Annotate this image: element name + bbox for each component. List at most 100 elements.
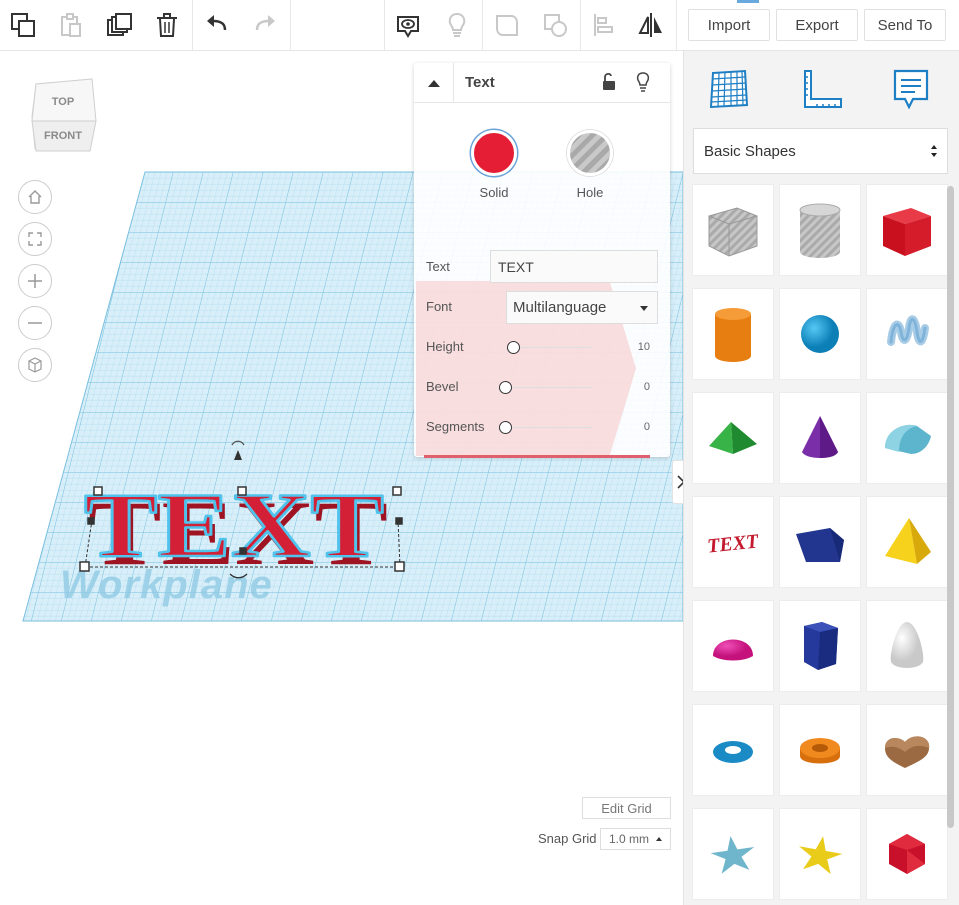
home-view-button[interactable] (18, 180, 52, 214)
height-slider-knob[interactable] (507, 341, 520, 354)
shape-torus[interactable] (692, 704, 774, 796)
toolbar-separator (384, 0, 385, 50)
shape-box-hole[interactable] (692, 184, 774, 276)
panel-scrollbar[interactable] (947, 186, 954, 828)
group-icon[interactable] (488, 6, 526, 44)
resize-handle[interactable] (392, 486, 402, 496)
shape-cylinder[interactable] (692, 288, 774, 380)
hole-swatch[interactable] (567, 130, 613, 176)
paste-icon[interactable] (52, 6, 90, 44)
ungroup-icon[interactable] (536, 6, 574, 44)
unlock-icon[interactable] (601, 72, 617, 92)
redo-icon[interactable] (246, 6, 284, 44)
undo-icon[interactable] (198, 6, 236, 44)
shape-star-yellow[interactable] (779, 808, 861, 900)
segments-slider-knob[interactable] (499, 421, 512, 434)
segments-value: 0 (643, 421, 650, 433)
perspective-icon (28, 357, 42, 373)
shape-heart[interactable] (866, 704, 948, 796)
perspective-button[interactable] (18, 348, 52, 382)
resize-handle[interactable] (79, 561, 90, 572)
height-arrow-handle[interactable] (231, 440, 245, 460)
tab-notes[interactable] (886, 64, 936, 114)
shape-icosahedron[interactable] (866, 808, 948, 900)
resize-handle[interactable] (395, 517, 403, 525)
zoom-out-icon (28, 322, 42, 324)
shape-sphere[interactable] (779, 288, 861, 380)
shape-cone[interactable] (779, 392, 861, 484)
chevron-up-icon (427, 80, 440, 87)
light-bulb-icon[interactable] (635, 71, 651, 93)
shape-scribble[interactable] (866, 288, 948, 380)
ruler-icon (804, 70, 842, 108)
library-select[interactable]: Basic Shapes (693, 128, 948, 174)
zoom-in-button[interactable] (18, 264, 52, 298)
text-input[interactable]: TEXT (490, 250, 658, 283)
zoom-out-button[interactable] (18, 306, 52, 340)
view-cube[interactable]: TOP FRONT (30, 76, 100, 154)
shape-wedge[interactable] (779, 496, 861, 588)
height-label: Height (426, 339, 464, 354)
export-button[interactable]: Export (776, 9, 858, 41)
copy-icon[interactable] (4, 6, 42, 44)
import-button[interactable]: Import (688, 9, 770, 41)
shape-pyramid[interactable] (866, 496, 948, 588)
mirror-icon[interactable] (632, 6, 670, 44)
workplane-grid-icon (709, 69, 749, 109)
shape-tube[interactable] (779, 704, 861, 796)
toolbar-separator (290, 0, 291, 50)
resize-handle[interactable] (239, 547, 247, 555)
resize-handle[interactable] (394, 561, 405, 572)
send-to-button[interactable]: Send To (864, 9, 946, 41)
resize-handle[interactable] (237, 486, 247, 496)
font-select[interactable]: Multilanguage (506, 291, 658, 324)
text-shape-3d[interactable]: TEXT TEXT (70, 436, 490, 596)
zoom-in-icon (28, 274, 42, 288)
edit-grid-button[interactable]: Edit Grid (582, 797, 671, 819)
toolbar-separator (676, 0, 677, 50)
font-select-value: Multilanguage (513, 299, 607, 316)
toolbar-separator (580, 0, 581, 50)
shape-box[interactable] (866, 184, 948, 276)
shape-star[interactable] (692, 808, 774, 900)
duplicate-icon[interactable] (100, 6, 138, 44)
shape-half-sphere[interactable] (692, 600, 774, 692)
segments-label: Segments (426, 419, 485, 434)
resize-handle[interactable] (93, 486, 103, 496)
shape-paraboloid[interactable] (866, 600, 948, 692)
shape-cylinder-hole[interactable] (779, 184, 861, 276)
inspector-title: Text (465, 74, 495, 91)
shape-polygon[interactable] (779, 600, 861, 692)
shape-round-roof[interactable] (866, 392, 948, 484)
collapse-inspector-button[interactable] (414, 63, 454, 103)
snap-grid-select[interactable]: 1.0 mm (600, 828, 671, 850)
snap-grid-label: Snap Grid (538, 831, 597, 846)
delete-icon[interactable] (148, 6, 186, 44)
active-indicator (737, 0, 759, 3)
segments-slider-track[interactable] (502, 427, 592, 428)
resize-handle[interactable] (87, 517, 95, 525)
fit-view-icon (28, 232, 42, 246)
tab-ruler[interactable] (796, 64, 846, 114)
home-view-icon (28, 190, 42, 204)
text-shape-face: TEXT (84, 474, 384, 576)
solid-color-swatch[interactable] (471, 130, 517, 176)
text-shape-hint-bar (424, 455, 650, 458)
light-bulb-icon[interactable] (438, 6, 476, 44)
fit-view-button[interactable] (18, 222, 52, 256)
show-all-icon[interactable] (389, 6, 427, 44)
tab-workplane[interactable] (704, 64, 754, 114)
notes-icon (893, 69, 929, 110)
shape-text[interactable]: TEXT (692, 496, 774, 588)
view-cube-front-label: FRONT (44, 130, 82, 142)
bevel-slider-knob[interactable] (499, 381, 512, 394)
align-icon[interactable] (585, 6, 623, 44)
shape-roof[interactable] (692, 392, 774, 484)
font-label: Font (426, 299, 453, 314)
height-value: 10 (637, 341, 650, 353)
height-slider-track[interactable] (510, 347, 592, 348)
bevel-slider-track[interactable] (502, 387, 592, 388)
shapes-panel: Basic Shapes TEXT (683, 51, 959, 905)
panel-tabs (684, 51, 959, 127)
caret-up-icon (656, 837, 662, 841)
